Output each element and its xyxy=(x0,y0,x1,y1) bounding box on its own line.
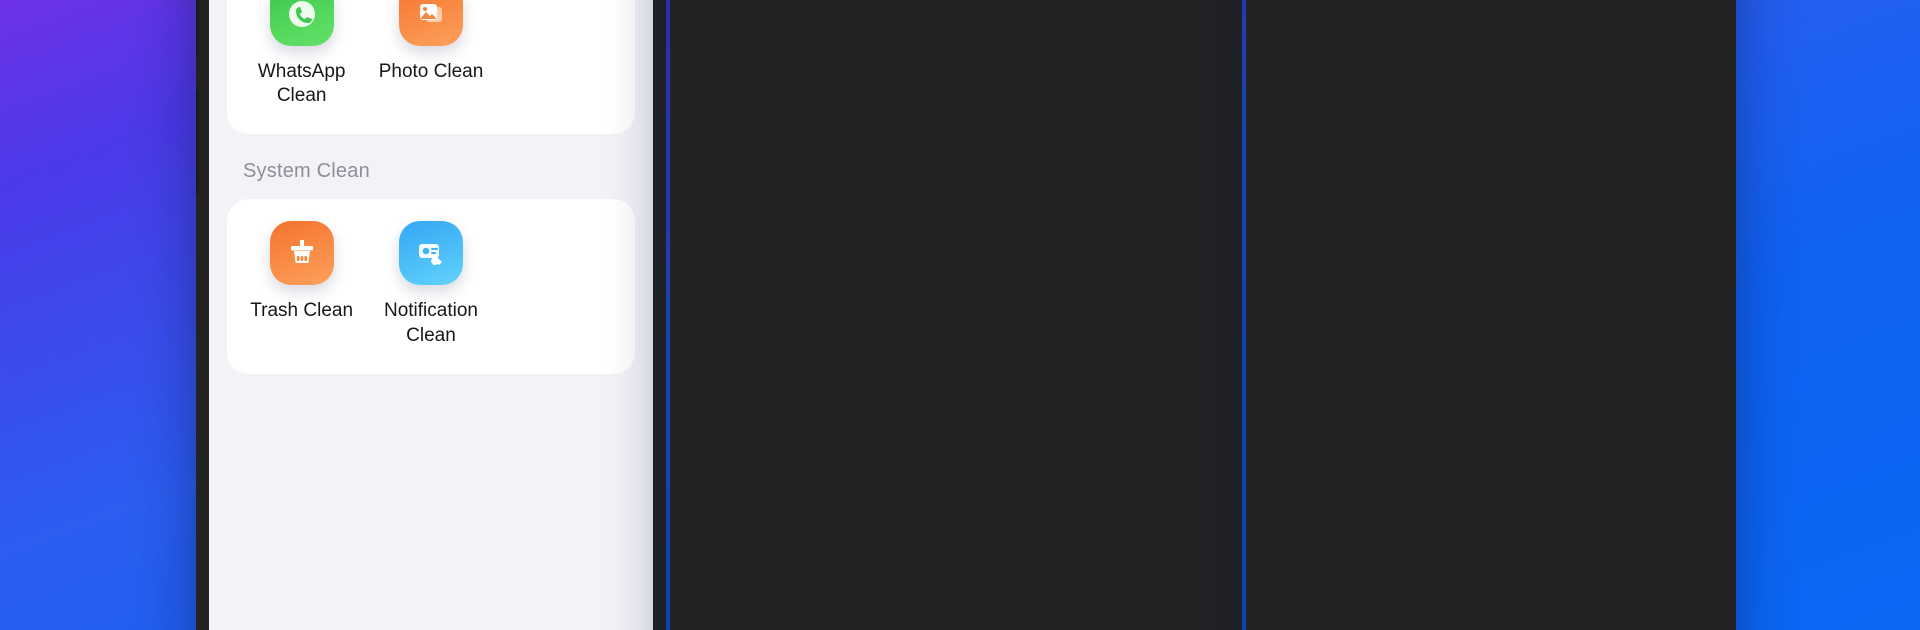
system-clean-grid: Trash Clean Notification Clean xyxy=(237,221,625,348)
app-tile-label: Notification Clean xyxy=(383,300,478,346)
phone-center: 30% 4.65GB / 7.82GB Clean Up xyxy=(670,0,1242,630)
app-tile-whatsapp-clean[interactable]: WhatsApp Clean xyxy=(237,0,366,108)
system-clean-section-title: System Clean xyxy=(243,160,370,183)
app-tile-notification-clean[interactable]: Notification Clean xyxy=(366,221,495,348)
trash-clean-icon xyxy=(269,221,334,286)
system-clean-card: Trash Clean Notification Clean xyxy=(227,199,635,374)
app-tile-empty-slot xyxy=(496,221,625,348)
phone-left: Big Files Clean Video Clean xyxy=(196,0,666,630)
app-tile-label: Trash Clean xyxy=(250,300,354,322)
whatsapp-clean-icon xyxy=(269,0,334,46)
promo-stage: Big Files Clean Video Clean xyxy=(0,0,1920,630)
apps-clean-grid: Big Files Clean Video Clean xyxy=(237,0,625,108)
app-tile-label: WhatsApp Clean xyxy=(257,60,346,106)
phone-left-mute-button[interactable] xyxy=(196,0,199,56)
photo-clean-icon xyxy=(398,0,463,46)
phone-left-volume-button[interactable] xyxy=(196,90,199,194)
app-tile-trash-clean[interactable]: Trash Clean xyxy=(237,221,366,348)
phone-right: 255.6 MB Cache 38.3 MB xyxy=(1246,0,1736,630)
notification-clean-icon xyxy=(398,221,463,286)
phone-left-screen: Big Files Clean Video Clean xyxy=(209,0,653,630)
app-tile-photo-clean[interactable]: Photo Clean xyxy=(366,0,495,108)
app-tile-label: Photo Clean xyxy=(378,60,484,82)
apps-clean-card: Big Files Clean Video Clean xyxy=(227,0,635,135)
